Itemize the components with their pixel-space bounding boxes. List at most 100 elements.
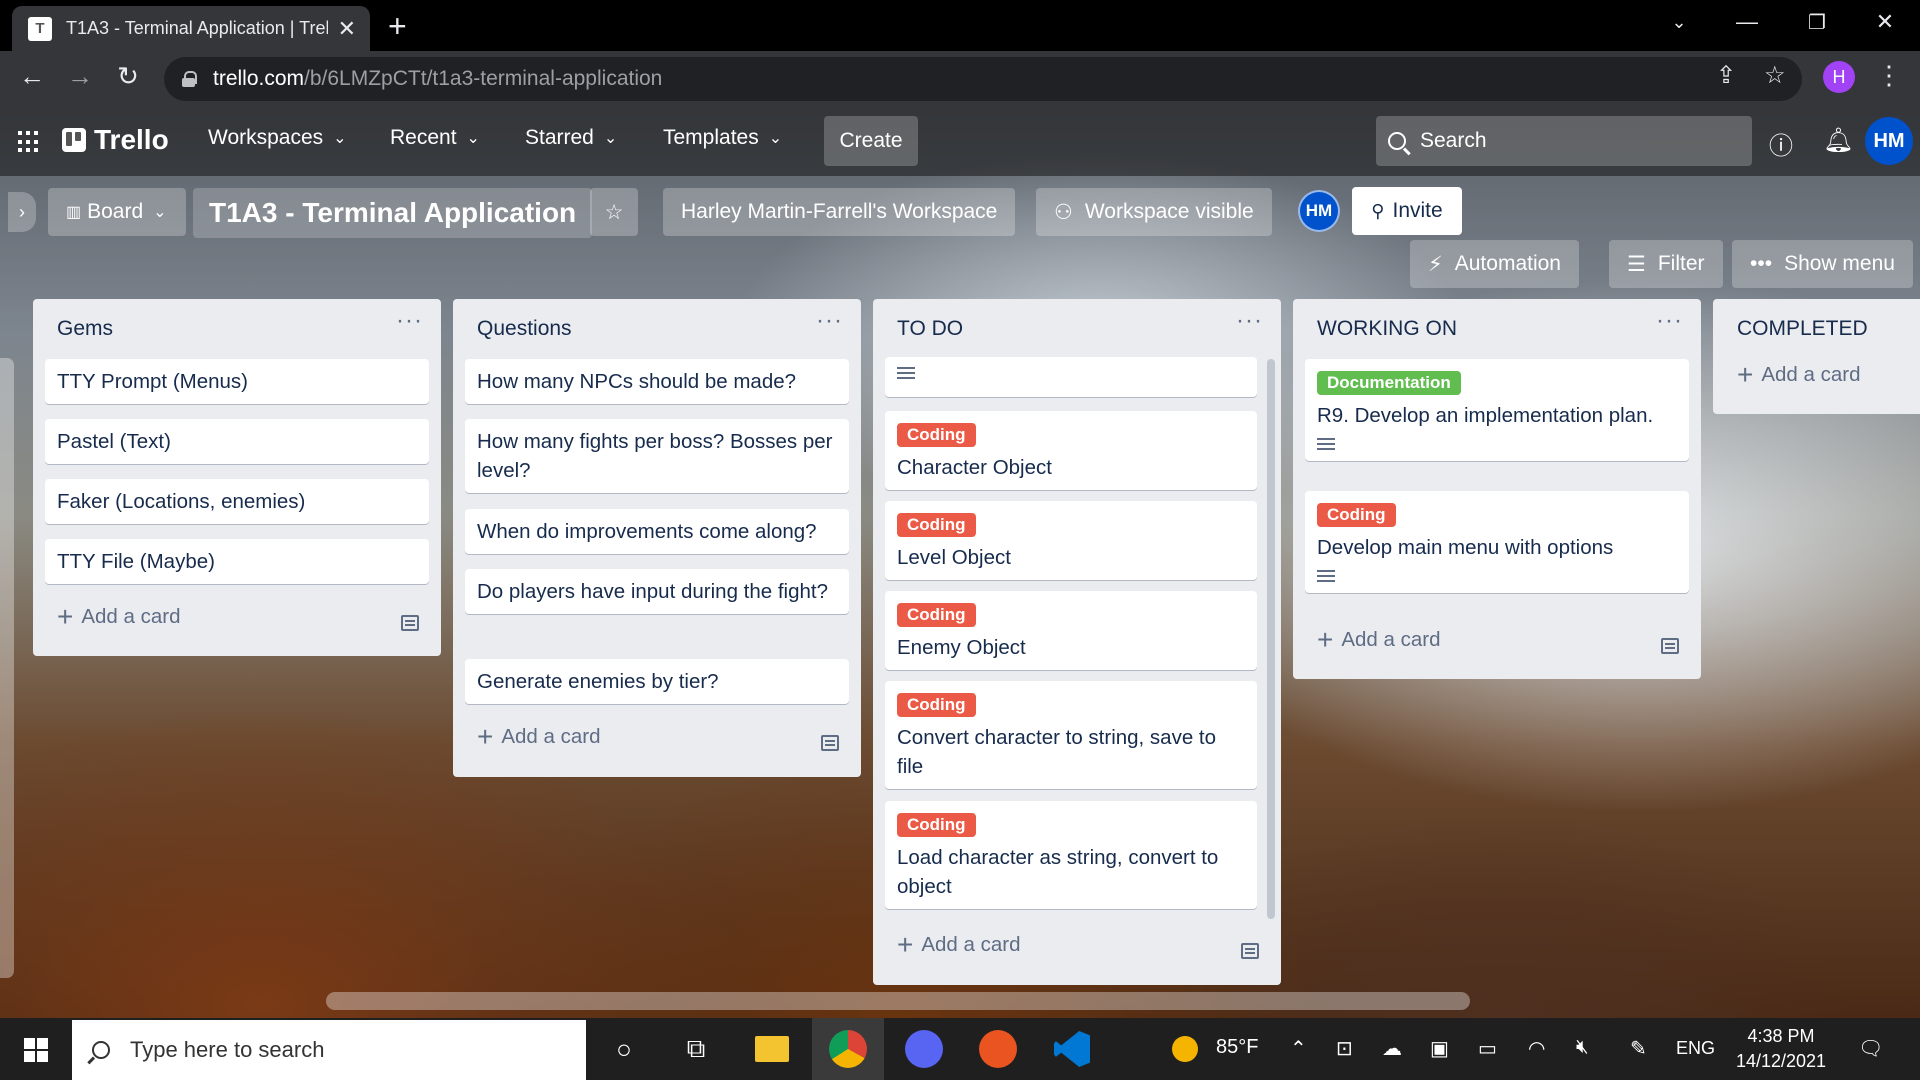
card-template-icon[interactable] [821,735,839,751]
search-input[interactable]: Search [1376,116,1752,166]
more-icon[interactable]: ··· [1656,307,1683,335]
minimize-icon[interactable]: — [1712,0,1782,44]
bookmark-star-icon[interactable]: ☆ [1764,61,1786,90]
forward-icon[interactable]: → [62,61,98,92]
profile-avatar[interactable]: H [1823,61,1855,93]
card[interactable]: Do players have input during the fight? [465,569,849,614]
taskbar-search-input[interactable]: Type here to search [72,1020,586,1080]
card[interactable]: Faker (Locations, enemies) [45,479,429,524]
pen-icon[interactable]: ✎ [1630,1036,1647,1061]
reload-icon[interactable]: ↻ [110,61,146,92]
card-template-icon[interactable] [401,615,419,631]
filter-button[interactable]: ☰ Filter [1609,240,1723,288]
user-avatar[interactable]: HM [1865,117,1913,165]
card-title: R9. Develop an implementation plan. [1317,404,1654,427]
card[interactable]: Coding Enemy Object [885,591,1257,670]
card-template-icon[interactable] [1661,638,1679,654]
card[interactable]: How many NPCs should be made? [465,359,849,404]
list-title[interactable]: Gems [57,317,113,341]
card[interactable] [885,357,1257,397]
wifi-icon[interactable]: ◠ [1528,1036,1545,1061]
address-bar[interactable]: trello.com/b/6LMZpCTt/t1a3-terminal-appl… [164,57,1802,101]
weather-temp[interactable]: 85°F [1216,1036,1258,1059]
list-title[interactable]: TO DO [897,317,963,341]
nav-label: Starred [525,126,594,149]
discord-icon[interactable] [888,1018,960,1080]
tab-search-icon[interactable]: ⌄ [1644,0,1714,44]
sidebar-expand-icon[interactable]: › [8,192,36,232]
card[interactable]: Coding Level Object [885,501,1257,580]
ubuntu-icon[interactable] [962,1018,1034,1080]
visibility-button[interactable]: ⚇ Workspace visible [1036,188,1272,236]
add-card-button[interactable]: + Add a card [57,601,181,633]
nav-templates[interactable]: Templates ⌄ [663,126,782,150]
clock[interactable]: 4:38 PM 14/12/2021 [1716,1024,1846,1074]
star-board-icon[interactable]: ☆ [590,188,638,236]
language-indicator[interactable]: ENG [1676,1038,1715,1059]
card[interactable]: Coding Develop main menu with options [1305,491,1689,593]
vertical-scrollbar[interactable] [0,358,14,978]
battery-icon[interactable]: ▭ [1478,1036,1497,1061]
notifications-bell-icon[interactable]: 🔔︎ [1823,126,1853,155]
back-icon[interactable]: ← [14,61,50,92]
card[interactable]: TTY File (Maybe) [45,539,429,584]
windows-start-icon[interactable] [24,1038,48,1062]
info-icon[interactable]: ⓘ [1769,126,1793,161]
card[interactable]: Coding Convert character to string, save… [885,681,1257,789]
vscode-icon[interactable] [1036,1018,1108,1080]
member-avatar[interactable]: HM [1298,190,1340,232]
more-icon[interactable]: ··· [1236,307,1263,335]
add-card-button[interactable]: + Add a card [1317,624,1441,656]
show-menu-button[interactable]: ••• Show menu [1732,240,1913,288]
restore-icon[interactable]: ❐ [1782,0,1852,44]
more-icon[interactable]: ··· [816,307,843,335]
board-title[interactable]: T1A3 - Terminal Application [193,188,593,238]
cortana-icon[interactable]: ○ [588,1018,660,1080]
card[interactable]: Coding Load character as string, convert… [885,801,1257,909]
lock-icon[interactable] [182,71,197,87]
card[interactable]: How many fights per boss? Bosses per lev… [465,419,849,493]
card[interactable]: Pastel (Text) [45,419,429,464]
browser-menu-icon[interactable]: ⋮ [1876,60,1902,91]
nav-starred[interactable]: Starred ⌄ [525,126,617,150]
share-icon[interactable]: ⇪ [1716,61,1736,90]
notification-center-icon[interactable]: 🗨︎ [1858,1036,1883,1061]
list-scrollbar[interactable] [1267,359,1275,919]
more-icon[interactable]: ··· [396,307,423,335]
add-card-button[interactable]: + Add a card [1737,359,1861,391]
card[interactable]: Generate enemies by tier? [465,659,849,704]
card-template-icon[interactable] [1241,943,1259,959]
create-button[interactable]: Create [824,116,918,166]
list-title[interactable]: COMPLETED [1737,317,1868,341]
list-title[interactable]: WORKING ON [1317,317,1457,341]
weather-icon[interactable] [1172,1036,1198,1062]
app-switcher-icon[interactable] [18,131,40,153]
onedrive-icon[interactable]: ☁ [1382,1036,1402,1061]
card[interactable]: TTY Prompt (Menus) [45,359,429,404]
card[interactable]: Documentation R9. Develop an implementat… [1305,359,1689,461]
card[interactable]: Coding Character Object [885,411,1257,490]
volume-mute-icon[interactable]: 🔇︎ [1576,1036,1589,1059]
window-close-icon[interactable]: ✕ [1850,0,1920,44]
board-view-switcher[interactable]: ▥ Board ⌄ [48,188,186,236]
new-tab-icon[interactable]: + [388,8,407,45]
nav-recent[interactable]: Recent ⌄ [390,126,480,150]
display-icon[interactable]: ▣ [1430,1036,1449,1061]
browser-tab[interactable]: T T1A3 - Terminal Application | Trel ✕ [12,6,370,51]
close-icon[interactable]: ✕ [338,16,356,42]
chevron-up-icon[interactable]: ⌃ [1290,1036,1307,1061]
invite-button[interactable]: ⚲ Invite [1352,187,1462,235]
nav-workspaces[interactable]: Workspaces ⌄ [208,126,347,150]
add-card-button[interactable]: + Add a card [477,721,601,753]
file-explorer-icon[interactable] [736,1018,808,1080]
list-title[interactable]: Questions [477,317,572,341]
chrome-icon[interactable] [812,1018,884,1080]
task-view-icon[interactable]: ⧉ [660,1018,732,1080]
meet-now-icon[interactable]: ⊡ [1336,1036,1353,1061]
automation-button[interactable]: ⚡︎ Automation [1410,240,1579,288]
workspace-button[interactable]: Harley Martin-Farrell's Workspace [663,188,1016,236]
trello-logo[interactable]: Trello [62,124,169,156]
card[interactable]: When do improvements come along? [465,509,849,554]
add-card-button[interactable]: + Add a card [897,929,1021,961]
horizontal-scrollbar[interactable] [326,992,1470,1010]
